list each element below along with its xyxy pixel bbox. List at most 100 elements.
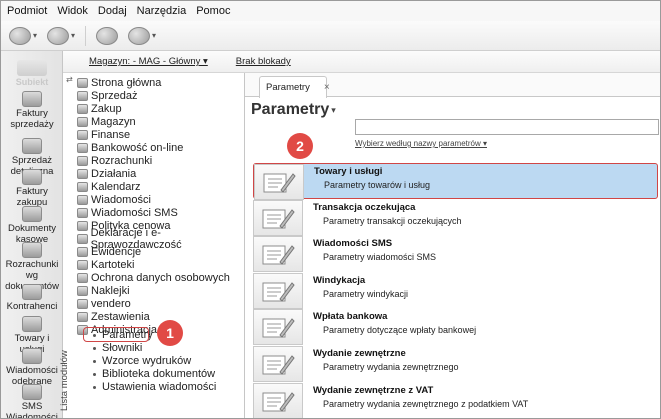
module-label: Faktury sprzedaży — [10, 108, 54, 130]
tree-item-wiadomosci-sms[interactable]: Wiadomości SMS — [77, 207, 178, 219]
parameter-icon — [253, 273, 303, 309]
tree-item-label: Strona główna — [91, 77, 162, 89]
tree-sub-wzorce[interactable]: Wzorce wydruków — [93, 355, 191, 367]
parameter-subtitle: Parametry windykacji — [323, 289, 409, 299]
parameter-row[interactable]: Wiadomości SMS Parametry wiadomości SMS — [253, 236, 658, 272]
menu-narzedzia[interactable]: Narzędzia — [137, 5, 187, 17]
tab-label: Parametry — [266, 82, 310, 93]
menu-widok[interactable]: Widok — [57, 5, 88, 17]
tree-item-label: Sprzedaż — [91, 90, 138, 102]
menu-pomoc[interactable]: Pomoc — [196, 5, 230, 17]
search-input[interactable] — [355, 119, 659, 135]
parameter-icon — [253, 346, 303, 382]
close-icon[interactable]: × — [324, 82, 330, 93]
parameter-row[interactable]: Wydanie zewnętrzne z VAT Parametry wydani… — [253, 383, 658, 418]
tree-item-zestawienia[interactable]: Zestawienia — [77, 311, 150, 323]
tree-item-magazyn[interactable]: Magazyn — [77, 116, 136, 128]
report-icon — [77, 312, 88, 322]
tree-item-naklejki[interactable]: Naklejki — [77, 285, 130, 297]
settlement-icon — [22, 242, 42, 258]
invoice-icon — [22, 91, 42, 107]
tree-item-strona-glowna[interactable]: Strona główna — [77, 77, 161, 89]
label-icon — [77, 286, 88, 296]
toolbar-button-1[interactable]: ▾ — [9, 26, 37, 45]
menubar: Podmiot Widok Dodaj Narzędzia Pomoc — [1, 1, 660, 21]
tree-item-ochrona-danych[interactable]: Ochrona danych osobowych — [77, 272, 230, 284]
tree-item-rozrachunki[interactable]: Rozrachunki — [77, 155, 152, 167]
shield-icon — [77, 273, 88, 283]
module-faktury-sprzedazy[interactable]: Faktury sprzedaży — [1, 91, 63, 130]
parameter-subtitle: Parametry wydania zewnętrznego z podatki… — [323, 399, 529, 409]
cash-icon — [22, 206, 42, 222]
menu-dodaj[interactable]: Dodaj — [98, 5, 127, 17]
tree-item-vendero[interactable]: vendero — [77, 298, 131, 310]
parameter-row[interactable]: Windykacja Parametry windykacji — [253, 273, 658, 309]
tree-sub-label: Biblioteka dokumentów — [102, 368, 216, 380]
toolbar-button-2[interactable]: ▾ — [47, 26, 76, 45]
tab-strip: Parametry × — [245, 73, 660, 98]
lock-status-link[interactable]: Brak blokady — [236, 56, 291, 67]
module-faktury-zakupu[interactable]: Faktury zakupu — [1, 169, 63, 208]
tree-sub-ustawienia[interactable]: Ustawienia wiadomości — [93, 381, 216, 393]
parameter-row[interactable]: Towary i usługi Parametry towarów i usług — [253, 163, 658, 200]
tree-item-finanse[interactable]: Finanse — [77, 129, 130, 141]
sms-icon — [77, 208, 88, 218]
tree-item-sprzedaz[interactable]: Sprzedaż — [77, 90, 137, 102]
parameter-title: Transakcja oczekująca — [313, 202, 416, 213]
tree-item-kartoteki[interactable]: Kartoteki — [77, 259, 134, 271]
files-icon — [77, 260, 88, 270]
parameter-row[interactable]: Transakcja oczekująca Parametry transakcj… — [253, 200, 658, 236]
toolbar-button-3[interactable] — [96, 26, 119, 45]
warehouse-selector[interactable]: Magazyn: - MAG - Główny ▾ — [89, 56, 208, 67]
tree-item-wiadomosci[interactable]: Wiadomości — [77, 194, 151, 206]
parameter-icon — [254, 164, 304, 200]
tree-item-label: Zakup — [91, 103, 122, 115]
parameter-row[interactable]: Wpłata bankowa Parametry dotyczące wpłaty… — [253, 309, 658, 345]
module-kontrahenci[interactable]: Kontrahenci — [1, 284, 63, 312]
module-wiadomosci-odebrane[interactable]: Wiadomości odebrane — [1, 348, 63, 387]
vendero-icon — [77, 299, 88, 309]
actions-icon — [77, 169, 88, 179]
tree-item-label: Finanse — [91, 129, 131, 141]
tree-item-dzialania[interactable]: Działania — [77, 168, 136, 180]
parameter-title: Wiadomości SMS — [313, 238, 393, 249]
tree-sub-biblioteka[interactable]: Biblioteka dokumentów — [93, 368, 215, 380]
tree-sub-label: Ustawienia wiadomości — [102, 381, 217, 393]
tree-item-label: Magazyn — [91, 116, 136, 128]
tree-item-label: Działania — [91, 168, 137, 180]
parameter-subtitle: Parametry dotyczące wpłaty bankowej — [323, 325, 477, 335]
parameter-subtitle: Parametry wiadomości SMS — [323, 252, 437, 262]
tree-item-bankowosc[interactable]: Bankowość on-line — [77, 142, 183, 154]
parameter-subtitle: Parametry towarów i usług — [324, 180, 431, 190]
info-bar: Magazyn: - MAG - Główny ▾ Brak blokady — [63, 51, 660, 73]
tab-parametry[interactable]: Parametry × — [259, 76, 330, 98]
collapse-icon[interactable]: ⇄ — [66, 75, 73, 84]
tree-item-label: Wiadomości SMS — [91, 207, 178, 219]
app-logo: Subiekt — [9, 57, 55, 87]
tree-item-label: Naklejki — [91, 285, 130, 297]
dropdown-arrow-icon: ▾ — [71, 31, 76, 40]
module-dokumenty-kasowe[interactable]: Dokumenty kasowe — [1, 206, 63, 245]
parameter-text: Wpłata bankowa Parametry dotyczące wpłaty… — [303, 309, 476, 337]
module-sms[interactable]: SMS Wiadomości — [1, 384, 63, 418]
tree-item-kalendarz[interactable]: Kalendarz — [77, 181, 141, 193]
parameter-list: Towary i usługi Parametry towarów i usług… — [253, 163, 660, 418]
toolbar: ▾ ▾ ▾ — [1, 21, 660, 51]
tree-sub-slowniki[interactable]: Słowniki — [93, 342, 142, 354]
logo-icon — [17, 60, 47, 76]
tree-item-deklaracje[interactable]: Deklaracje i e-Sprawozdawczość — [77, 227, 244, 251]
parametry-highlight — [83, 327, 149, 342]
search-filter-dropdown[interactable]: Wybierz według nazwy parametrów ▾ — [355, 139, 487, 148]
module-label: Faktury zakupu — [16, 186, 48, 208]
tree-item-ewidencje[interactable]: Ewidencje — [77, 246, 141, 258]
parameter-text: Transakcja oczekująca Parametry transakcj… — [303, 200, 462, 228]
page-title-text: Parametry — [251, 101, 330, 118]
parameter-row[interactable]: Wydanie zewnętrzne Parametry wydania zewn… — [253, 346, 658, 382]
dropdown-arrow-icon: ▾ — [152, 31, 157, 40]
parameter-text: Towary i usługi Parametry towarów i usług — [304, 164, 430, 192]
bank-icon — [77, 143, 88, 153]
menu-podmiot[interactable]: Podmiot — [7, 5, 47, 17]
page-title[interactable]: Parametry ▾ — [251, 101, 336, 119]
toolbar-button-4[interactable]: ▾ — [128, 26, 157, 45]
tree-item-zakup[interactable]: Zakup — [77, 103, 122, 115]
